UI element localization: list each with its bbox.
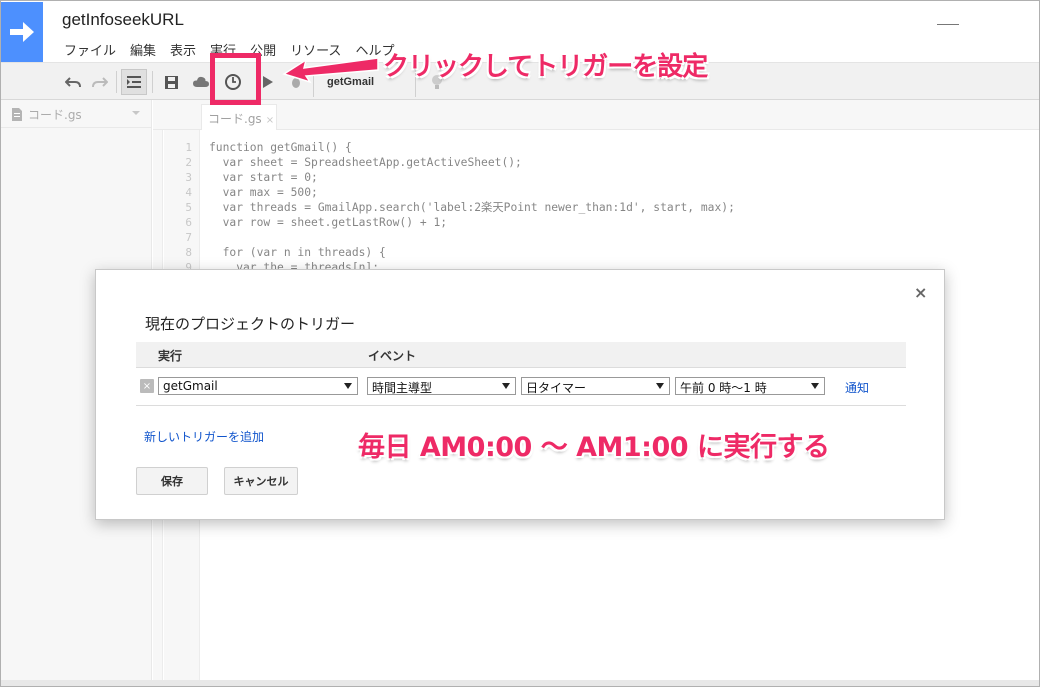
callout-text: クリックしてトリガーを設定 [383, 52, 708, 82]
minimize-icon[interactable] [937, 24, 959, 25]
close-icon[interactable]: × [914, 283, 927, 302]
select-value: 日タイマー [526, 381, 587, 395]
undo-button[interactable] [60, 69, 86, 95]
menu-edit[interactable]: 編集 [130, 40, 156, 59]
toolbar-divider [116, 71, 117, 93]
select-value: 時間主導型 [372, 381, 433, 395]
indent-icon [127, 76, 141, 88]
run-button[interactable] [258, 69, 278, 95]
event-type-select[interactable]: 時間主導型 [367, 377, 516, 395]
arrow-right-icon [9, 22, 34, 42]
menu-file[interactable]: ファイル [64, 40, 116, 59]
play-icon [263, 76, 273, 88]
status-bar [0, 680, 1040, 687]
save-icon [164, 75, 178, 89]
project-title[interactable]: getInfoseekURL [62, 10, 184, 30]
column-run: 実行 [158, 349, 183, 363]
select-value: getGmail [163, 379, 218, 393]
redo-button[interactable] [88, 69, 112, 95]
indent-button[interactable] [121, 69, 147, 95]
time-range-select[interactable]: 午前 0 時〜1 時 [675, 377, 825, 395]
highlight-box [210, 53, 261, 105]
trigger-function-select[interactable]: getGmail [158, 377, 358, 395]
delete-trigger-icon[interactable]: × [140, 379, 154, 393]
app-logo[interactable] [0, 2, 43, 62]
chevron-down-icon [656, 383, 664, 389]
cancel-button[interactable]: キャンセル [224, 467, 298, 495]
chevron-down-icon [502, 383, 510, 389]
toolbar-divider [152, 71, 153, 93]
triggers-dialog: × 現在のプロジェクトのトリガー 実行 イベント × getGmail 時間主導… [95, 269, 945, 520]
timer-type-select[interactable]: 日タイマー [521, 377, 670, 395]
save-button[interactable]: 保存 [136, 467, 208, 495]
deploy-button[interactable] [190, 69, 212, 95]
arrow-left-icon [282, 57, 379, 84]
cloud-icon [193, 76, 209, 87]
undo-icon [65, 77, 81, 88]
add-trigger-link[interactable]: 新しいトリガーを追加 [144, 428, 264, 445]
dialog-title: 現在のプロジェクトのトリガー [145, 315, 356, 333]
chevron-down-icon [811, 383, 819, 389]
save-button[interactable] [158, 69, 184, 95]
trigger-table-header: 実行 イベント [136, 342, 906, 368]
annotation-text: 毎日 AM0:00 ～ AM1:00 に実行する [358, 432, 830, 463]
menu-view[interactable]: 表示 [170, 40, 196, 59]
chevron-down-icon [344, 383, 352, 389]
column-event: イベント [368, 349, 417, 363]
redo-icon [92, 77, 108, 88]
trigger-row: × getGmail 時間主導型 日タイマー 午前 0 時〜1 時 通知 [136, 369, 906, 406]
notify-link[interactable]: 通知 [845, 379, 869, 396]
select-value: 午前 0 時〜1 時 [680, 381, 767, 395]
